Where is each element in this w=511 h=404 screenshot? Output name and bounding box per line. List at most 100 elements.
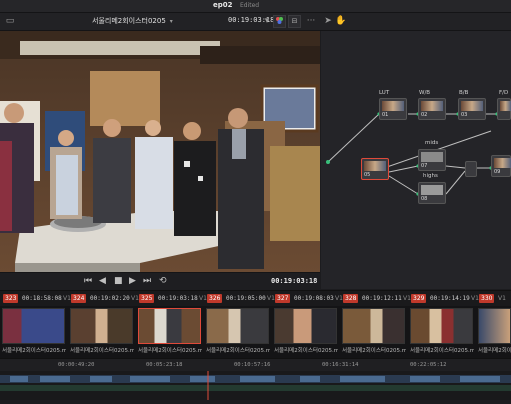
clip-image [410, 308, 473, 344]
clip-number: 328 [343, 294, 359, 303]
node-fd[interactable] [497, 98, 511, 120]
node-thumbnail [364, 161, 386, 171]
ruler-timecode: 00:22:05:12 [410, 362, 447, 368]
node-lut[interactable]: 01 [379, 98, 407, 120]
node-label: W/B [419, 90, 431, 96]
mini-timeline-tracks [0, 371, 511, 400]
node-connections [326, 112, 499, 196]
node-mixer[interactable] [465, 161, 477, 177]
clip-image [206, 308, 269, 344]
clip-timecode: 00:19:08:03 [294, 295, 334, 302]
ruler-timecode: 00:00:49:20 [58, 362, 95, 368]
ruler-timecode: 00:16:31:14 [322, 362, 359, 368]
hand-icon[interactable]: ✋ [335, 15, 347, 27]
clip-number: 325 [139, 294, 155, 303]
prev-icon[interactable]: ◀ [99, 276, 106, 286]
clip-thumbnail[interactable]: 서울리메2회이스터0205.m... [272, 306, 339, 358]
clip-header-row: 323 00:18:58:08 V1 324 00:19:02:20 V1 32… [0, 290, 511, 307]
next-icon[interactable]: ⏭ [143, 276, 151, 286]
clip-timecode: 00:19:05:00 [226, 295, 266, 302]
track-label: V1 [63, 295, 71, 302]
title-bar: ep02 Edited [0, 0, 511, 13]
track-label: V1 [335, 295, 343, 302]
clip-image [342, 308, 405, 344]
chevron-down-icon: ▾ [169, 18, 173, 25]
node-09[interactable]: 09 [491, 155, 511, 177]
clip-timecode: 00:19:12:11 [362, 295, 402, 302]
clip-image [138, 308, 201, 344]
timeline-ruler[interactable]: 00:00:49:20 00:05:23:18 00:10:57:16 00:1… [0, 358, 511, 371]
node-05[interactable]: 05 [361, 158, 389, 180]
clip-thumbnail[interactable]: 서울리메2회이스터0205.m... [204, 306, 271, 358]
color-icon[interactable] [273, 15, 286, 28]
transport-bar: ⏮ ◀ ■ ▶ ⏭ ⟲ 00:19:03:18 [0, 272, 320, 290]
node-highs[interactable]: 08 [418, 182, 446, 204]
node-number: 08 [421, 196, 428, 202]
node-thumbnail [461, 101, 483, 111]
node-thumbnail [500, 101, 511, 111]
stop-icon[interactable]: ■ [114, 276, 123, 286]
edited-label: Edited [240, 2, 260, 9]
split-icon[interactable]: ⊟ [288, 15, 301, 28]
ruler-timecode: 00:10:57:16 [234, 362, 271, 368]
node-graph-panel[interactable]: LUT 01 W/B 02 B/B 03 F/D 05 mids 07 high… [321, 31, 511, 289]
node-label: LUT [379, 90, 390, 96]
clip-thumbnail[interactable]: 서울리메2회이스터0205.m... [408, 306, 475, 358]
clip-name: 서울리메2회이스터0205.m... [342, 348, 406, 354]
clip-thumbnail[interactable]: 서울리메2회이스터0205.m... [340, 306, 407, 358]
node-number: 01 [382, 112, 389, 118]
clip-thumbnail[interactable]: 서울리메2회이스터0205.m... [0, 306, 67, 358]
clip-name: 서울리메2회이스터0205.m... [138, 348, 202, 354]
clip-thumbnail[interactable]: 서울리메2회이스터0205.m... [68, 306, 135, 358]
node-wb[interactable]: 02 [418, 98, 446, 120]
node-number: 05 [364, 172, 371, 178]
clip-selector[interactable]: 서울리메2회이스터0205 ▾ [92, 16, 173, 26]
track-label: V1 [498, 295, 506, 302]
loop-icon[interactable]: ⟲ [159, 276, 167, 286]
node-number: 09 [494, 169, 501, 175]
node-mids[interactable]: 07 [418, 149, 446, 171]
clip-image [70, 308, 133, 344]
clip-timecode: 00:19:02:20 [90, 295, 130, 302]
track-label: V1 [403, 295, 411, 302]
node-label: B/B [459, 90, 469, 96]
viewer-frame[interactable] [0, 31, 320, 272]
track-label: V1 [199, 295, 207, 302]
node-thumbnail [494, 158, 511, 168]
chevron-down-icon[interactable]: ▾ [261, 15, 273, 27]
clip-number: 324 [71, 294, 87, 303]
mini-timeline[interactable] [0, 371, 511, 400]
video-frame-image [0, 31, 320, 272]
clip-name: 서울리메2회이스터0205 [92, 17, 166, 25]
track-label: V1 [267, 295, 275, 302]
clip-number: 323 [3, 294, 19, 303]
clip-timecode: 00:19:03:18 [158, 295, 198, 302]
clip-number: 329 [411, 294, 427, 303]
node-number: 02 [421, 112, 428, 118]
playhead-timecode: 00:19:03:18 [271, 277, 318, 285]
clip-number: 330 [479, 294, 495, 303]
play-icon[interactable]: ▶ [129, 276, 136, 286]
viewer-mode-icon[interactable]: ▭ [4, 15, 16, 27]
viewer-toolbar: ▭ 서울리메2회이스터0205 ▾ 00:19:03:18 ▾ ⊟ ··· ➤ ✋ [0, 13, 511, 31]
clip-name: 서울리메2회이스터0205.m... [2, 348, 66, 354]
node-thumbnail [382, 101, 404, 111]
node-bb[interactable]: 03 [458, 98, 486, 120]
node-thumbnail [421, 101, 443, 111]
track-label: V1 [471, 295, 479, 302]
clip-image [274, 308, 337, 344]
project-title: ep02 [213, 1, 233, 9]
clip-thumbnail[interactable]: 서울리메2회이스터0205.m [476, 306, 511, 358]
clip-name: 서울리메2회이스터0205.m [478, 348, 511, 354]
clip-thumbnail[interactable]: 서울리메2회이스터0205.m... [136, 306, 203, 358]
track-label: V1 [131, 295, 139, 302]
clip-name: 서울리메2회이스터0205.m... [410, 348, 474, 354]
pointer-icon[interactable]: ➤ [322, 15, 334, 27]
node-thumbnail [421, 152, 443, 162]
more-icon[interactable]: ··· [305, 15, 317, 27]
first-frame-icon[interactable]: ⏮ [84, 276, 92, 286]
clip-image [478, 308, 511, 344]
node-label: highs [423, 173, 438, 179]
clip-name: 서울리메2회이스터0205.m... [274, 348, 338, 354]
node-label: mids [425, 140, 439, 146]
